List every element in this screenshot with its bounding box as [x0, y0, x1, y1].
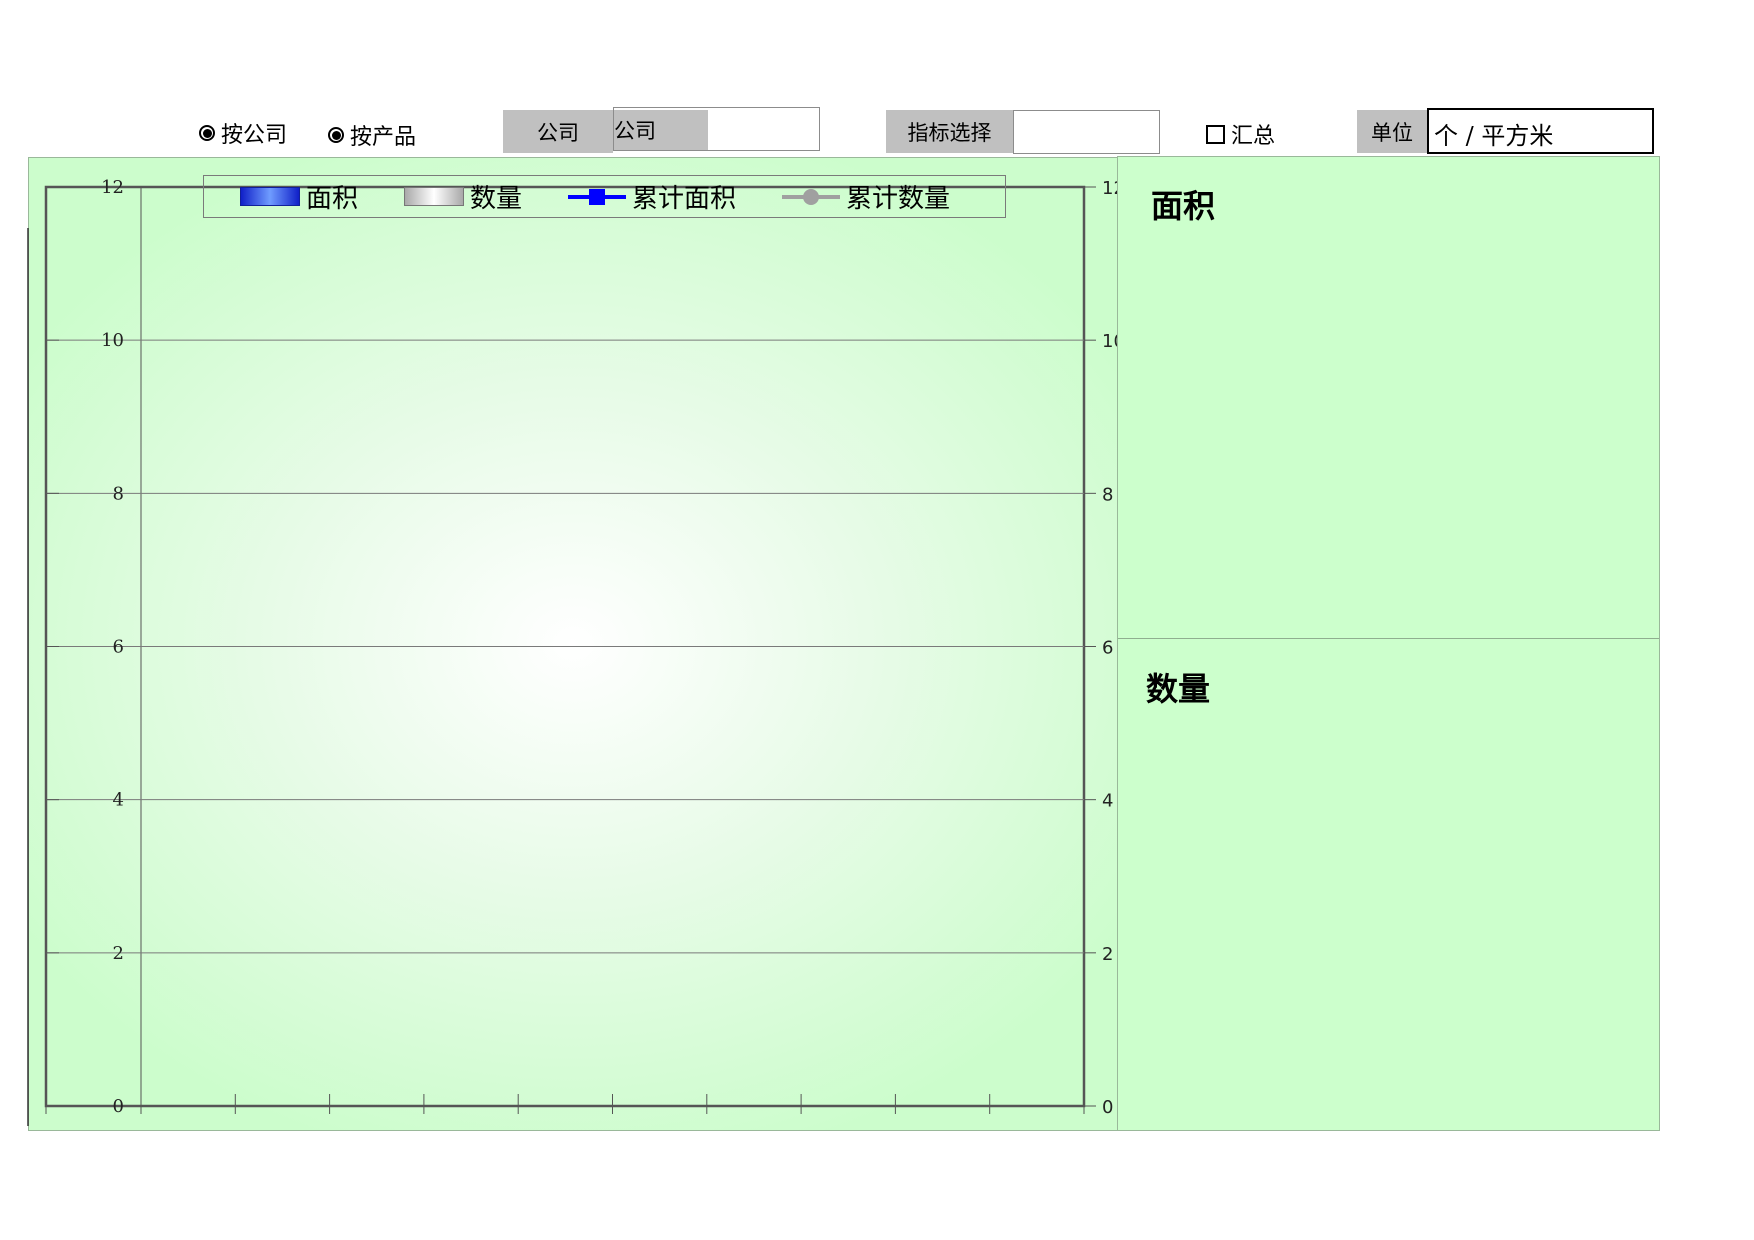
y-tick-label: 8: [113, 483, 124, 504]
legend-label-cum-area: 累计面积: [632, 184, 737, 214]
chart-legend: 面积 数量 累计面积 累计数量: [203, 175, 1006, 218]
legend-label-cum-count: 累计数量: [846, 184, 951, 214]
legend-swatch-cum-area-line: [568, 188, 627, 205]
y2-tick-label: 6: [1102, 638, 1113, 659]
y2-tick-label: 0: [1102, 1097, 1113, 1118]
y2-tick-label: 2: [1102, 944, 1113, 965]
legend-swatch-cum-count-line: [782, 188, 841, 205]
area-title: 面积: [1151, 187, 1216, 225]
y-tick-label: 12: [101, 177, 124, 198]
summary-side-panel: 面积 数量: [1117, 156, 1660, 1131]
legend-label-area: 面积: [306, 184, 359, 214]
legend-label-count: 数量: [470, 184, 523, 214]
y2-tick-label: 8: [1102, 484, 1113, 505]
legend-item-cum-count: 累计数量: [782, 178, 950, 215]
y-tick-label: 4: [113, 790, 124, 811]
y2-tick-label: 4: [1102, 791, 1113, 812]
legend-swatch-count-bar: [404, 187, 465, 206]
legend-swatch-area-bar: [240, 187, 300, 206]
side-panel-divider: [1118, 638, 1659, 639]
legend-item-area: 面积: [240, 178, 358, 215]
y-tick-label: 6: [113, 637, 124, 658]
count-title: 数量: [1146, 670, 1211, 708]
y-tick-label: 2: [113, 943, 124, 964]
legend-item-cum-area: 累计面积: [568, 178, 736, 215]
y-tick-label: 10: [101, 330, 124, 351]
legend-item-count: 数量: [404, 178, 522, 215]
y-tick-label: 0: [113, 1096, 124, 1117]
